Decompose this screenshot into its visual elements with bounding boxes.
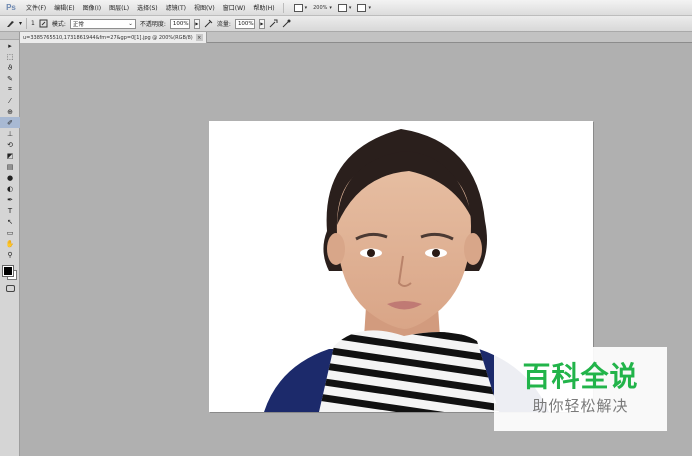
history-brush-icon[interactable]: ⟲ [0, 139, 20, 150]
brush-panel-toggle[interactable] [39, 19, 48, 28]
brush-icon[interactable]: ✐ [0, 117, 20, 128]
chevron-down-icon: ▾ [368, 4, 371, 11]
opacity-slider-toggle[interactable]: ▶ [193, 18, 200, 29]
move-icon[interactable]: ▸ [0, 40, 20, 51]
document-tab-bar: u=3385765510,1731861944&fm=27&gp=0[1].jp… [20, 32, 692, 43]
tools-panel-grip[interactable] [0, 32, 19, 40]
quick-mask-button[interactable] [0, 282, 20, 294]
pen-icon[interactable]: ✒ [0, 194, 20, 205]
menu-file[interactable]: 文件(F) [22, 3, 50, 12]
flow-input[interactable]: 100% [234, 18, 255, 29]
airbrush-icon [269, 19, 278, 28]
quick-select-icon[interactable]: ✎ [0, 73, 20, 84]
photoshop-logo: Ps [6, 3, 16, 12]
menu-help[interactable]: 帮助(H) [249, 3, 278, 12]
brush-panel-icon [39, 19, 48, 28]
quick-mask-icon [5, 284, 15, 292]
chevron-down-icon: ⌄ [128, 20, 133, 27]
healing-icon[interactable]: ⊕ [0, 106, 20, 117]
chevron-down-icon: ▾ [304, 4, 308, 11]
path-select-icon[interactable]: ↖ [0, 216, 20, 227]
flow-slider-toggle[interactable]: ▶ [258, 18, 265, 29]
opacity-input[interactable]: 100% [169, 18, 190, 29]
marquee-icon[interactable]: ⬚ [0, 51, 20, 62]
menu-select[interactable]: 选择(S) [133, 3, 162, 12]
bridge-icon [293, 3, 303, 12]
dodge-icon[interactable]: ◐ [0, 183, 20, 194]
airbrush-toggle[interactable] [269, 19, 278, 28]
brush-preset-icon [7, 21, 14, 27]
pressure-pen-icon [204, 19, 213, 28]
launch-bridge-button[interactable]: ▾ [293, 3, 308, 12]
stamp-icon[interactable]: ⊥ [0, 128, 20, 139]
zoom-level-value: 200% [313, 4, 328, 11]
options-divider [26, 18, 28, 29]
shape-icon[interactable]: ▭ [0, 227, 20, 238]
flow-label: 流量: [216, 21, 231, 28]
menu-divider [282, 2, 284, 13]
arrange-icon [337, 3, 347, 12]
chevron-down-icon[interactable]: ▾ [19, 20, 22, 27]
gradient-icon[interactable]: ▤ [0, 161, 20, 172]
watermark-title: 百科全说 [522, 359, 639, 393]
mode-label: 模式: [51, 21, 66, 28]
screen-mode-button[interactable]: ▾ [357, 3, 371, 12]
crop-icon[interactable]: ⌗ [0, 84, 20, 95]
options-bar: ▾ 1 模式: 正常 ⌄ 不透明度: 100% ▶ 流量: 100% ▶ [0, 16, 692, 32]
screen-mode-icon [357, 3, 367, 12]
chevron-down-icon: ▾ [329, 4, 332, 11]
tablet-pressure-toggle[interactable] [282, 19, 291, 28]
menu-layer[interactable]: 图层(L) [105, 3, 133, 12]
foreground-color-swatch[interactable] [2, 265, 14, 277]
type-icon[interactable]: T [0, 205, 20, 216]
brush-size-value[interactable]: 1 [31, 20, 35, 27]
menu-filter[interactable]: 滤镜(T) [162, 3, 190, 12]
arrange-documents-button[interactable]: ▾ [337, 3, 352, 12]
mode-select[interactable]: 正常 ⌄ [69, 18, 136, 29]
mode-value: 正常 [72, 21, 84, 28]
document-tab-title: u=3385765510,1731861944&fm=27&gp=0[1].jp… [23, 34, 193, 41]
menu-bar: Ps 文件(F) 编辑(E) 图像(I) 图层(L) 选择(S) 滤镜(T) 视… [0, 0, 692, 16]
menu-image[interactable]: 图像(I) [79, 3, 105, 12]
document-tab[interactable]: u=3385765510,1731861944&fm=27&gp=0[1].jp… [20, 32, 207, 43]
color-swatches [0, 262, 19, 282]
eyedropper-icon[interactable]: ⁄ [0, 95, 20, 106]
eraser-icon[interactable]: ◩ [0, 150, 20, 161]
menu-edit[interactable]: 编辑(E) [50, 3, 78, 12]
hand-icon[interactable]: ✋ [0, 238, 20, 249]
watermark-badge: 百科全说 助你轻松解决 [494, 347, 667, 431]
tablet-pressure-icon [282, 19, 291, 28]
watermark-subtitle: 助你轻松解决 [532, 397, 629, 416]
lasso-icon[interactable]: ϑ [0, 62, 20, 73]
menu-window[interactable]: 窗口(W) [219, 3, 250, 12]
tool-preset-picker[interactable] [6, 19, 15, 28]
zoom-icon[interactable]: ⚲ [0, 249, 20, 260]
opacity-label: 不透明度: [139, 21, 166, 28]
tools-panel: ▸ ⬚ ϑ ✎ ⌗ ⁄ ⊕ ✐ ⊥ ⟲ ◩ ▤ ● ◐ ✒ T ↖ ▭ ✋ ⚲ [0, 32, 20, 456]
menu-view[interactable]: 视图(V) [190, 3, 219, 12]
chevron-down-icon: ▾ [348, 4, 352, 11]
close-icon[interactable]: × [195, 34, 203, 41]
opacity-pressure-toggle[interactable] [204, 19, 213, 28]
zoom-level-dropdown[interactable]: 200% ▾ [313, 5, 332, 11]
blur-icon[interactable]: ● [0, 172, 20, 183]
